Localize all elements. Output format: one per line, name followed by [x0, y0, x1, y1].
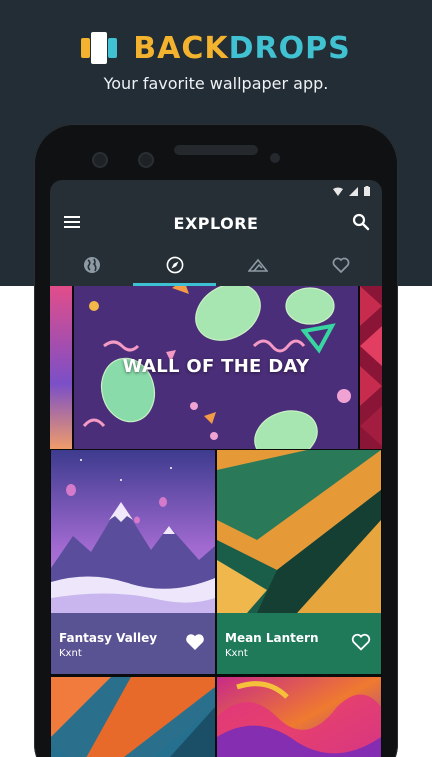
- backdrops-logo-icon: [81, 30, 125, 66]
- wifi-icon: [333, 187, 343, 196]
- proximity-sensor: [270, 153, 280, 163]
- wallpaper-card-mean-lantern[interactable]: Mean Lantern Kxnt: [217, 450, 381, 674]
- brand-name: BACKDROPS: [133, 31, 350, 66]
- hamburger-menu-icon[interactable]: [64, 216, 80, 228]
- signal-icon: [349, 186, 358, 196]
- wallpaper-card-third[interactable]: [51, 677, 215, 757]
- heart-outline-icon: [332, 257, 349, 273]
- tab-favorites[interactable]: [299, 244, 382, 286]
- fluid-colors-image: [217, 677, 381, 757]
- mean-lantern-image: [217, 450, 381, 613]
- tab-globe[interactable]: [50, 244, 133, 286]
- phone-screen: EXPLORE WALL OF THE DAY Fantasy Valley K…: [50, 180, 382, 757]
- front-camera-icon: [92, 152, 108, 168]
- battery-icon: [364, 186, 370, 196]
- wallpaper-card-fantasy-valley[interactable]: Fantasy Valley Kxnt: [51, 450, 215, 674]
- globe-icon: [83, 257, 100, 273]
- brand-name-part2: DROPS: [228, 30, 351, 66]
- brand-name-part1: BACK: [133, 30, 229, 66]
- wallpaper-card-fourth[interactable]: [217, 677, 381, 757]
- brand-header: BACKDROPS Your favorite wallpaper app.: [0, 30, 432, 93]
- wotd-prev-preview[interactable]: [50, 286, 72, 449]
- page-title: EXPLORE: [173, 213, 259, 233]
- card-info: Mean Lantern Kxnt: [217, 613, 381, 674]
- tagline: Your favorite wallpaper app.: [103, 74, 329, 93]
- wall-of-the-day-label: WALL OF THE DAY: [122, 356, 310, 377]
- app-bar: EXPLORE: [50, 202, 382, 244]
- red-triangles-pattern-image: [360, 286, 382, 449]
- heart-outline-icon[interactable]: [351, 633, 371, 651]
- brand-row: BACKDROPS: [81, 30, 350, 66]
- wotd-next-preview[interactable]: [360, 286, 382, 449]
- tab-explore[interactable]: [133, 244, 216, 286]
- earpiece-speaker: [174, 145, 258, 155]
- fantasy-valley-image: [51, 450, 215, 613]
- mountain-icon: [247, 258, 268, 272]
- wotd-image[interactable]: WALL OF THE DAY: [74, 286, 358, 449]
- heart-filled-icon[interactable]: [185, 633, 205, 651]
- geometric-stripes-image: [51, 677, 215, 757]
- front-camera-2-icon: [138, 152, 154, 168]
- search-icon[interactable]: [352, 213, 370, 231]
- wall-of-the-day-banner[interactable]: WALL OF THE DAY: [50, 286, 382, 449]
- compass-icon: [166, 256, 183, 274]
- card-info: Fantasy Valley Kxnt: [51, 613, 215, 674]
- status-bar: [50, 180, 382, 202]
- tab-bar: [50, 244, 382, 286]
- tab-collections[interactable]: [216, 244, 299, 286]
